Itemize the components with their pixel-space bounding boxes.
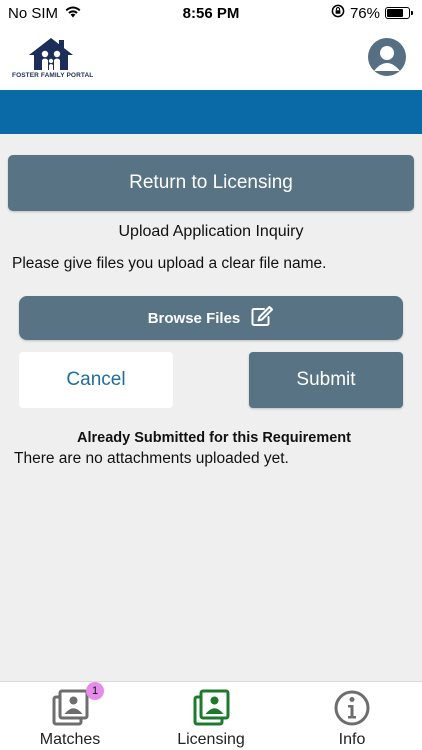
submit-button[interactable]: Submit	[249, 352, 403, 408]
edit-icon	[250, 305, 274, 331]
cancel-button[interactable]: Cancel	[19, 352, 173, 408]
return-to-licensing-button[interactable]: Return to Licensing	[8, 155, 414, 211]
battery-percent: 76%	[349, 4, 380, 22]
no-attachments-text: There are no attachments uploaded yet.	[14, 450, 289, 467]
upload-hint: Please give files you upload a clear fil…	[12, 255, 327, 272]
rotation-lock-icon	[331, 4, 345, 22]
tab-matches[interactable]: 1 Matches	[15, 682, 125, 750]
status-left: No SIM	[8, 5, 82, 22]
profile-button[interactable]	[368, 38, 406, 76]
photo-stack-icon	[193, 689, 230, 726]
house-family-icon	[29, 38, 73, 70]
tab-licensing[interactable]: Licensing	[156, 682, 266, 750]
tab-info[interactable]: Info	[297, 682, 407, 750]
upload-title: Upload Application Inquiry	[118, 223, 304, 240]
battery-fill	[387, 9, 403, 17]
battery-icon	[385, 7, 413, 19]
status-right: 76%	[331, 4, 413, 22]
photo-stack-icon	[52, 689, 89, 726]
info-icon	[334, 690, 370, 726]
status-bar: No SIM 8:56 PM 76%	[0, 0, 422, 26]
carrier-text: No SIM	[8, 4, 59, 22]
header-accent-bar	[0, 90, 422, 134]
wifi-icon	[64, 5, 82, 22]
already-submitted-heading: Already Submitted for this Requirement	[77, 430, 351, 446]
logo-text: FOSTER FAMILY PORTAL	[12, 72, 94, 79]
app-header: FOSTER FAMILY PORTAL	[0, 26, 422, 90]
foster-family-portal-logo[interactable]: FOSTER FAMILY PORTAL	[12, 34, 98, 82]
browse-files-button[interactable]: Browse Files	[19, 296, 403, 340]
browse-files-label: Browse Files	[147, 309, 241, 327]
tab-matches-label: Matches	[39, 731, 101, 748]
bottom-tab-bar: 1 Matches Licensing Info	[0, 681, 422, 750]
tab-info-label: Info	[338, 731, 366, 748]
matches-count-badge: 1	[86, 682, 104, 700]
tab-licensing-label: Licensing	[177, 731, 245, 748]
user-circle-icon	[374, 46, 400, 71]
